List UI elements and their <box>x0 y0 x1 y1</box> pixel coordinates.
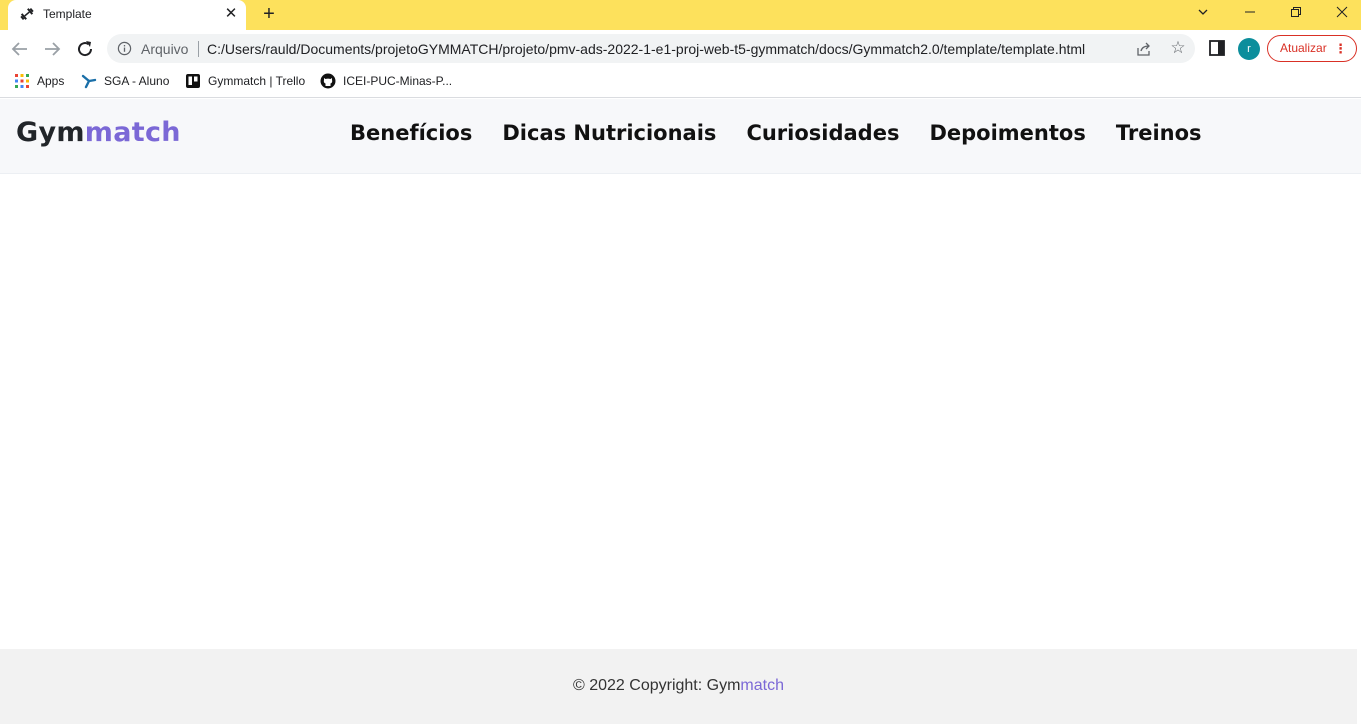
trello-icon <box>186 74 200 88</box>
footer-brand-part-2: match <box>740 677 784 694</box>
address-bar[interactable]: Arquivo C:/Users/rauld/Documents/projeto… <box>107 34 1195 63</box>
share-icon[interactable] <box>1135 40 1153 58</box>
tab-title: Template <box>43 7 92 21</box>
bookmark-sga-aluno[interactable]: SGA - Aluno <box>81 73 169 91</box>
bookmark-label: Gymmatch | Trello <box>208 74 306 88</box>
bookmark-apps[interactable]: Apps <box>14 73 64 91</box>
file-scheme-label: Arquivo <box>141 41 189 57</box>
new-tab-button[interactable]: + <box>258 3 280 25</box>
update-button[interactable]: Atualizar ⋮ <box>1267 35 1357 62</box>
copyright-text: © 2022 Copyright: Gymmatch <box>0 677 1357 695</box>
brand-part-2: match <box>84 117 181 148</box>
kebab-menu-icon[interactable]: ⋮ <box>1334 36 1347 61</box>
window-close-button[interactable] <box>1319 0 1361 22</box>
bookmark-github[interactable]: ICEI-PUC-Minas-P... <box>320 73 452 91</box>
window-minimize-button[interactable] <box>1227 0 1273 22</box>
forward-arrow-icon[interactable] <box>40 37 64 61</box>
nav-link-curiosidades[interactable]: Curiosidades <box>746 121 899 145</box>
apps-grid-icon <box>15 74 29 88</box>
url-text[interactable]: C:/Users/rauld/Documents/projetoGYMMATCH… <box>207 41 1085 57</box>
update-button-label: Atualizar <box>1280 41 1327 55</box>
brand-part-1: Gym <box>16 117 85 148</box>
tab-search-chevron-icon[interactable] <box>1180 0 1226 22</box>
bookmarks-bar: Apps SGA - Aluno Gymmatch | Trello ICEI-… <box>0 67 1361 98</box>
main-content <box>0 174 1361 648</box>
sga-icon <box>81 74 97 89</box>
browser-tab-strip: Template ✕ + <box>0 0 1361 30</box>
scroll-gutter <box>1357 649 1361 724</box>
footer-brand-part-1: Gym <box>706 677 741 694</box>
github-icon <box>320 73 336 89</box>
site-footer: © 2022 Copyright: Gymmatch <box>0 649 1357 724</box>
nav-link-depoimentos[interactable]: Depoimentos <box>929 121 1085 145</box>
nav-link-dicas-nutricionais[interactable]: Dicas Nutricionais <box>502 121 716 145</box>
tab-close-icon[interactable]: ✕ <box>222 5 240 23</box>
profile-avatar[interactable]: r <box>1238 38 1260 60</box>
bookmark-label: ICEI-PUC-Minas-P... <box>343 74 453 88</box>
bookmark-label: Apps <box>37 74 65 88</box>
copyright-prefix: © 2022 Copyright: <box>573 677 707 694</box>
info-icon[interactable] <box>117 41 132 56</box>
nav-link-treinos[interactable]: Treinos <box>1116 121 1202 145</box>
browser-tab[interactable]: Template ✕ <box>8 0 246 30</box>
bookmark-star-icon[interactable]: ☆ <box>1168 38 1188 58</box>
brand-logo[interactable]: Gymmatch <box>16 117 181 148</box>
address-separator <box>198 41 199 57</box>
dumbbell-icon <box>20 7 34 21</box>
window-restore-button[interactable] <box>1273 0 1319 22</box>
bookmark-trello[interactable]: Gymmatch | Trello <box>185 73 305 91</box>
side-panel-icon[interactable] <box>1208 39 1226 57</box>
site-header: Gymmatch Benefícios Dicas Nutricionais C… <box>0 99 1361 174</box>
back-arrow-icon[interactable] <box>8 37 32 61</box>
main-nav: Benefícios Dicas Nutricionais Curiosidad… <box>350 121 1202 145</box>
bookmark-label: SGA - Aluno <box>104 74 170 88</box>
reload-icon[interactable] <box>73 37 97 61</box>
browser-toolbar: Arquivo C:/Users/rauld/Documents/projeto… <box>0 30 1361 67</box>
nav-link-beneficios[interactable]: Benefícios <box>350 121 472 145</box>
